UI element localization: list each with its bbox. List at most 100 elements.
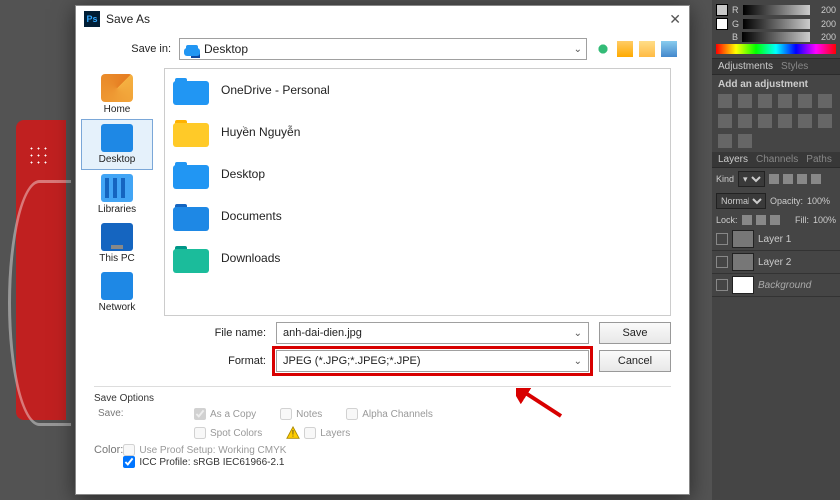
lock-icon[interactable] bbox=[756, 215, 766, 225]
g-slider[interactable] bbox=[743, 19, 810, 29]
background-swatch[interactable] bbox=[716, 18, 728, 30]
filter-icon[interactable] bbox=[783, 174, 793, 184]
file-list[interactable]: OneDrive - Personal Huyền Nguyễn Desktop Do… bbox=[164, 68, 671, 316]
filter-icon[interactable] bbox=[769, 174, 779, 184]
folder-icon bbox=[173, 201, 209, 231]
filter-icon[interactable] bbox=[811, 174, 821, 184]
visibility-icon[interactable] bbox=[716, 279, 728, 291]
layer-row[interactable]: Layer 2 bbox=[712, 251, 840, 274]
place-icon bbox=[101, 74, 133, 102]
visibility-icon[interactable] bbox=[716, 233, 728, 245]
place-desktop[interactable]: Desktop bbox=[81, 119, 153, 170]
adj-icon[interactable] bbox=[718, 114, 732, 128]
adj-icon[interactable] bbox=[738, 134, 752, 148]
icc-checkbox[interactable]: ICC Profile: sRGB IEC61966-2.1 bbox=[123, 456, 286, 468]
b-slider[interactable] bbox=[742, 32, 810, 42]
blend-mode-select[interactable]: Normal bbox=[716, 193, 766, 209]
lock-icon[interactable] bbox=[770, 215, 780, 225]
adj-icon[interactable] bbox=[818, 94, 832, 108]
view-menu-icon[interactable] bbox=[661, 41, 677, 57]
adj-icon[interactable] bbox=[758, 94, 772, 108]
opacity-label: Opacity: bbox=[770, 196, 803, 206]
lock-icon[interactable] bbox=[742, 215, 752, 225]
folder-icon bbox=[184, 42, 200, 56]
tab-styles[interactable]: Styles bbox=[781, 61, 808, 72]
tab-adjustments[interactable]: Adjustments bbox=[718, 61, 773, 72]
adj-icon[interactable] bbox=[798, 114, 812, 128]
adj-icon[interactable] bbox=[778, 94, 792, 108]
cancel-button[interactable]: Cancel bbox=[599, 350, 671, 372]
layers-tabs[interactable]: Layers Channels Paths bbox=[712, 152, 840, 168]
tab-channels[interactable]: Channels bbox=[756, 154, 798, 165]
adj-icon[interactable] bbox=[798, 94, 812, 108]
filter-icon[interactable] bbox=[797, 174, 807, 184]
new-folder-icon[interactable] bbox=[639, 41, 655, 57]
back-icon[interactable] bbox=[595, 41, 611, 57]
filename-value: anh-dai-dien.jpg bbox=[283, 327, 362, 339]
layer-name: Layer 1 bbox=[758, 234, 791, 245]
filename-label: File name: bbox=[196, 327, 266, 339]
color-panel: R 200 G 200 B 200 bbox=[712, 0, 840, 59]
folder-icon bbox=[173, 75, 209, 105]
format-dropdown[interactable]: JPEG (*.JPG;*.JPEG;*.JPE) ⌄ bbox=[276, 350, 589, 372]
adj-icon[interactable] bbox=[718, 94, 732, 108]
savein-dropdown[interactable]: Desktop ⌄ bbox=[179, 38, 587, 60]
layer-row[interactable]: Background bbox=[712, 274, 840, 297]
savein-label: Save in: bbox=[116, 43, 171, 55]
place-label: Desktop bbox=[82, 154, 152, 165]
place-label: Home bbox=[81, 104, 153, 115]
place-libraries[interactable]: Libraries bbox=[81, 170, 153, 219]
titlebar: Ps Save As ✕ bbox=[76, 6, 689, 32]
save-section-label: Save: bbox=[94, 408, 194, 440]
folder-name: Desktop bbox=[221, 167, 265, 181]
adj-icon[interactable] bbox=[818, 114, 832, 128]
right-panels: R 200 G 200 B 200 Adjustments Styles Add… bbox=[712, 0, 840, 500]
svg-text:!: ! bbox=[292, 429, 294, 439]
visibility-icon[interactable] bbox=[716, 256, 728, 268]
r-value[interactable]: 200 bbox=[814, 5, 836, 15]
up-icon[interactable] bbox=[617, 41, 633, 57]
color-section-label: Color: bbox=[94, 444, 123, 468]
r-slider[interactable] bbox=[743, 5, 811, 15]
adj-icon[interactable] bbox=[758, 114, 772, 128]
tab-paths[interactable]: Paths bbox=[806, 154, 832, 165]
foreground-swatch[interactable] bbox=[716, 4, 728, 16]
folder-item[interactable]: OneDrive - Personal bbox=[165, 69, 670, 111]
adj-icon[interactable] bbox=[778, 114, 792, 128]
folder-item[interactable]: Downloads bbox=[165, 237, 670, 279]
folder-icon bbox=[173, 117, 209, 147]
save-button[interactable]: Save bbox=[599, 322, 671, 344]
adjustments-tabs[interactable]: Adjustments Styles bbox=[712, 59, 840, 75]
folder-icon bbox=[173, 243, 209, 273]
opacity-value[interactable]: 100% bbox=[807, 196, 830, 206]
fill-value[interactable]: 100% bbox=[813, 215, 836, 225]
folder-name: Huyền Nguyễn bbox=[221, 125, 300, 139]
kind-select[interactable]: ▾ bbox=[738, 171, 765, 187]
layer-name: Background bbox=[758, 280, 811, 291]
filename-input[interactable]: anh-dai-dien.jpg ⌄ bbox=[276, 322, 589, 344]
layer-thumb bbox=[732, 230, 754, 248]
adj-icon[interactable] bbox=[718, 134, 732, 148]
dialog-title: Save As bbox=[106, 12, 669, 26]
as-copy-checkbox[interactable]: As a Copy bbox=[194, 408, 256, 420]
chevron-down-icon: ⌄ bbox=[574, 44, 582, 55]
place-icon bbox=[101, 272, 133, 300]
proof-checkbox: Use Proof Setup: Working CMYK bbox=[123, 444, 286, 456]
folder-item[interactable]: Desktop bbox=[165, 153, 670, 195]
place-home[interactable]: Home bbox=[81, 70, 153, 119]
hue-strip[interactable] bbox=[716, 44, 836, 54]
folder-item[interactable]: Huyền Nguyễn bbox=[165, 111, 670, 153]
g-value[interactable]: 200 bbox=[814, 19, 836, 29]
place-network[interactable]: Network bbox=[81, 268, 153, 317]
folder-item[interactable]: Documents bbox=[165, 195, 670, 237]
adj-icon[interactable] bbox=[738, 114, 752, 128]
adj-icon[interactable] bbox=[738, 94, 752, 108]
place-this-pc[interactable]: This PC bbox=[81, 219, 153, 268]
tab-layers[interactable]: Layers bbox=[718, 154, 748, 165]
layer-row[interactable]: Layer 1 bbox=[712, 228, 840, 251]
close-button[interactable]: ✕ bbox=[669, 11, 681, 28]
b-value[interactable]: 200 bbox=[814, 32, 836, 42]
places-bar: Home Desktop LibrariesThis PCNetwork bbox=[76, 68, 158, 316]
ps-app-icon: Ps bbox=[84, 11, 100, 27]
place-icon bbox=[101, 223, 133, 251]
